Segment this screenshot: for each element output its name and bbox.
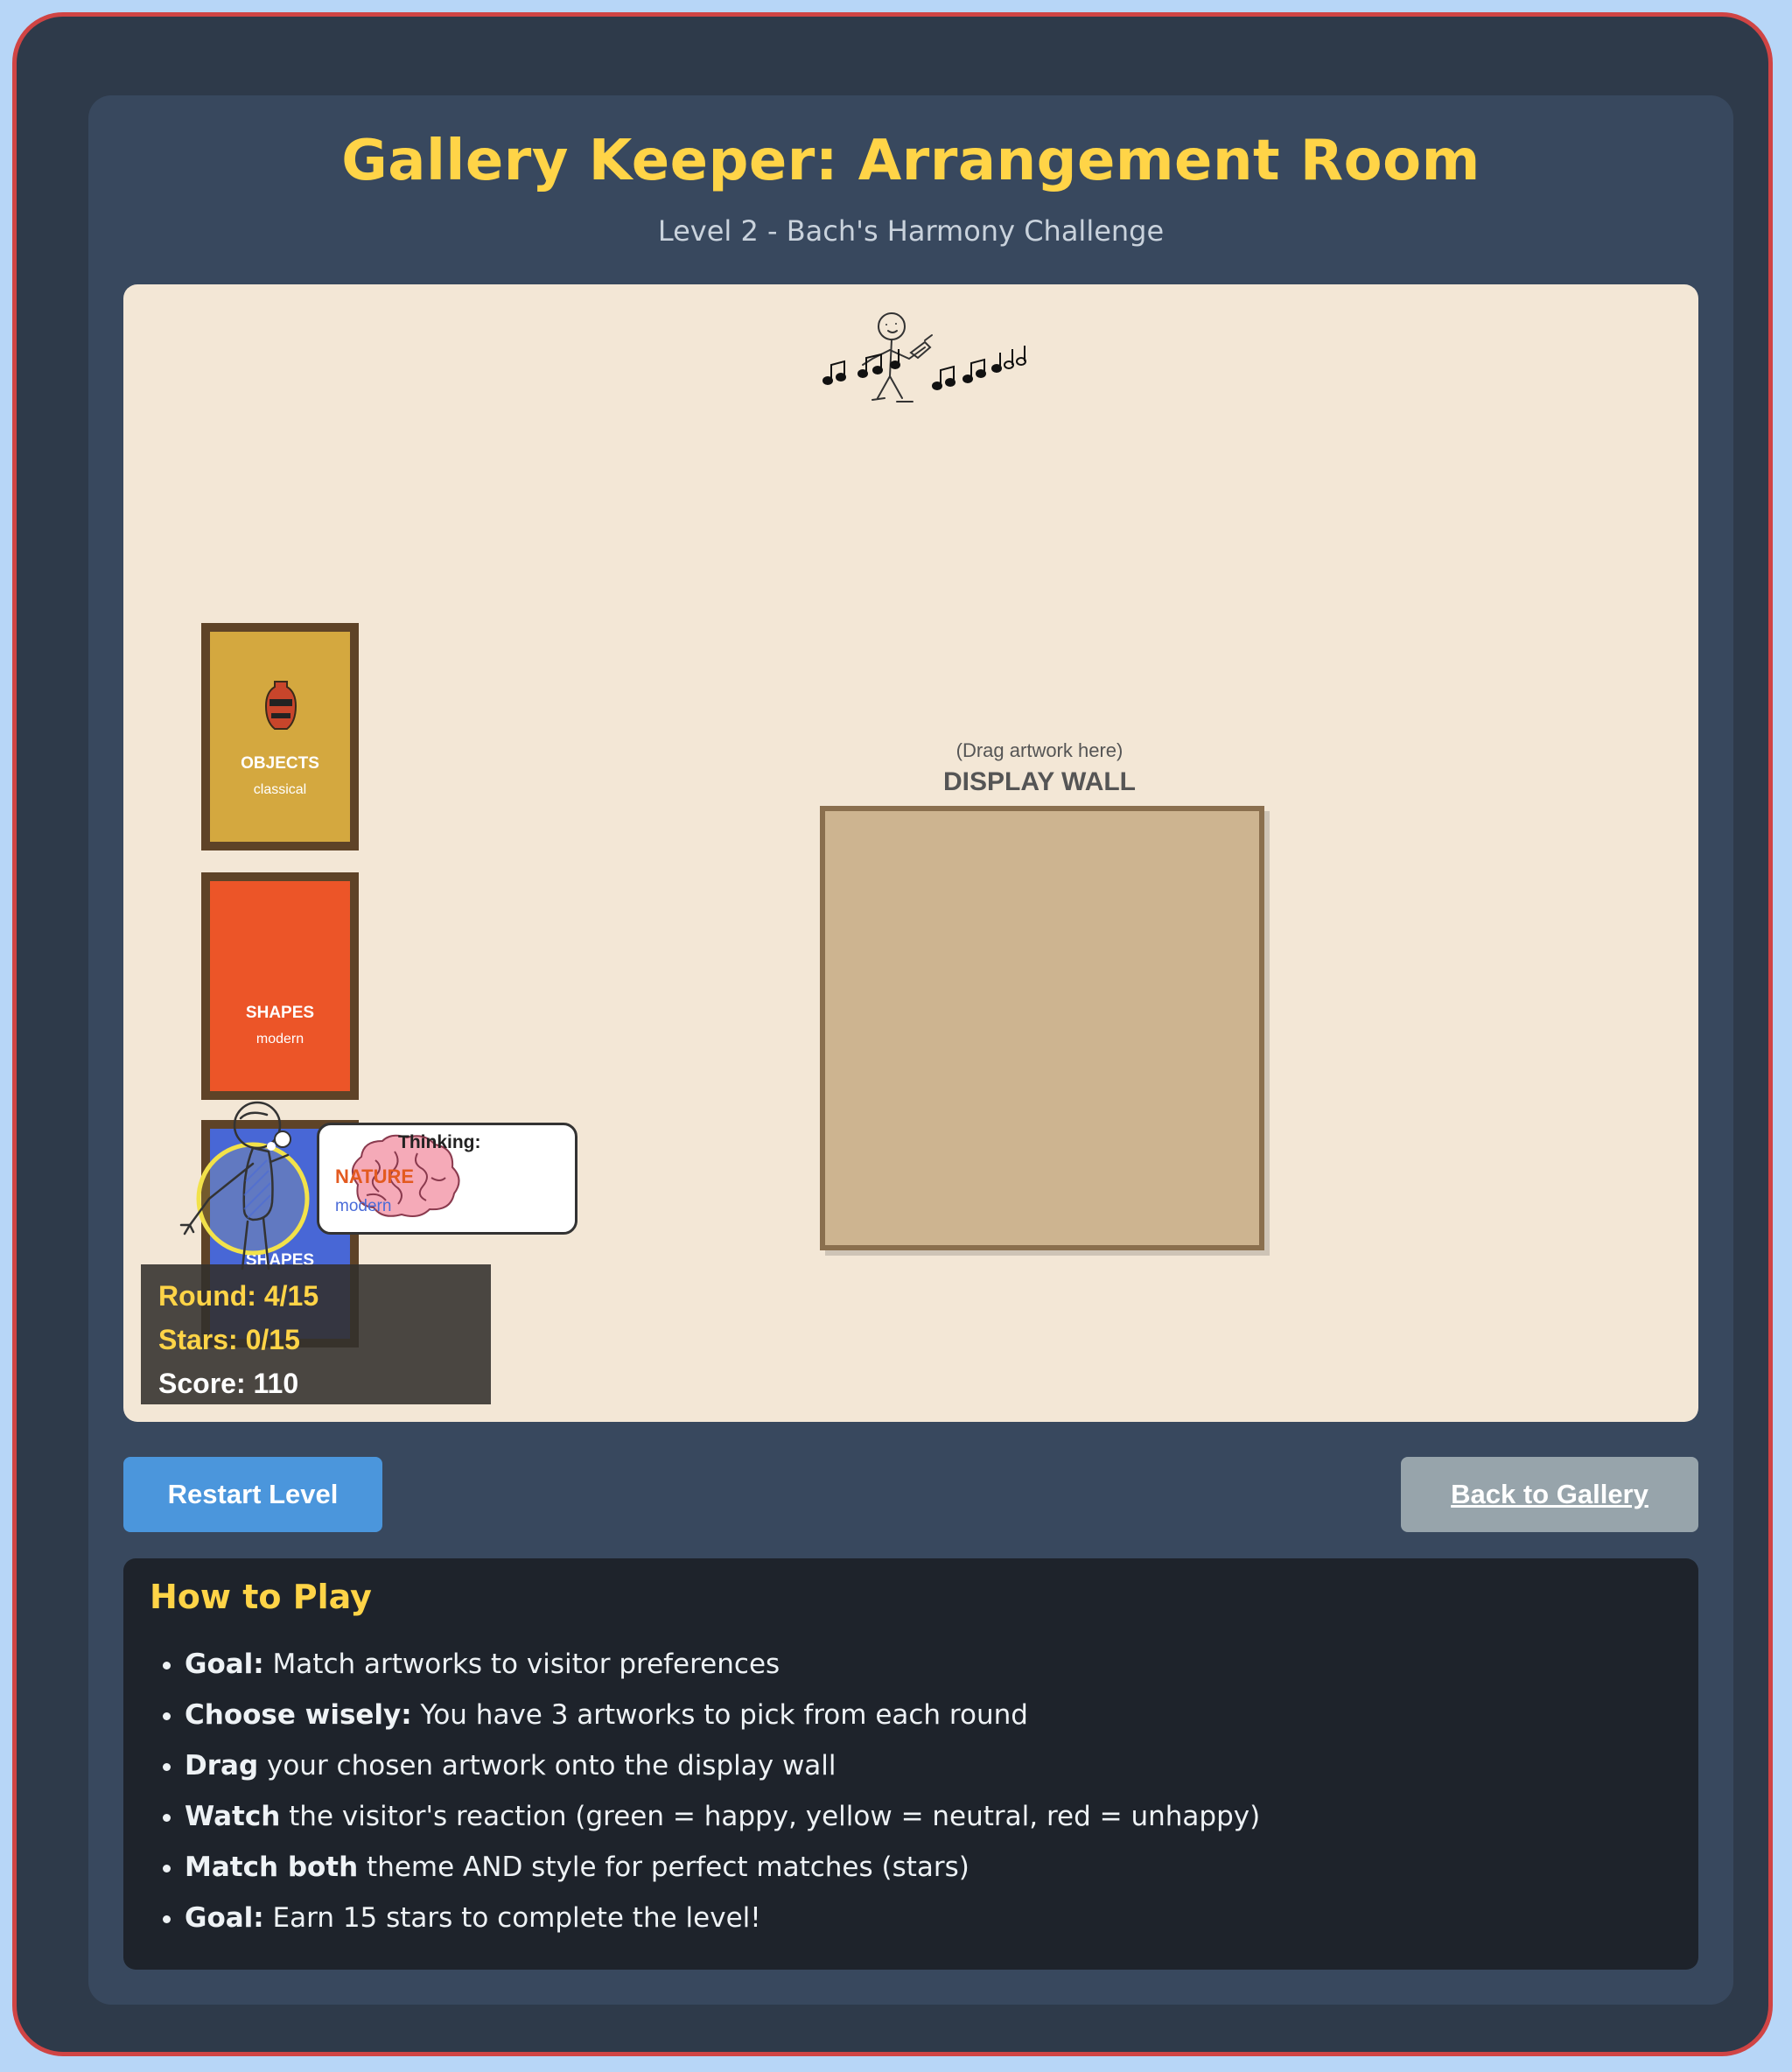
wall-title: DISPLAY WALL xyxy=(942,767,1137,796)
instruction-text: the visitor's reaction (green = happy, y… xyxy=(280,1801,1261,1832)
instruction-keyword: Match both xyxy=(185,1852,359,1883)
artwork-style-label: classical xyxy=(253,782,307,797)
visitor-thought-bubble: Thinking: NATURE modern xyxy=(317,1123,578,1235)
artwork-card-shapes-modern[interactable]: SHAPES modern xyxy=(201,872,359,1100)
instruction-item: Drag your chosen artwork onto the displa… xyxy=(185,1740,1260,1791)
page-title: Gallery Keeper: Arrangement Room xyxy=(341,129,1480,193)
instruction-keyword: Goal: xyxy=(185,1648,264,1680)
wall-drag-hint: (Drag artwork here) xyxy=(956,739,1124,761)
artwork-card-objects[interactable]: OBJECTS classical xyxy=(201,623,359,850)
instruction-text: theme AND style for perfect matches (sta… xyxy=(358,1852,970,1883)
stars-counter: Stars: 0/15 xyxy=(158,1324,300,1355)
artwork-theme-label: OBJECTS xyxy=(241,754,319,773)
game-panel: Gallery Keeper: Arrangement Room Level 2… xyxy=(88,95,1733,2005)
how-to-play-panel: How to Play Goal: Match artworks to visi… xyxy=(123,1558,1698,1970)
instructions-list: Goal: Match artworks to visitor preferen… xyxy=(150,1639,1260,1943)
instruction-item: Match both theme AND style for perfect m… xyxy=(185,1842,1260,1893)
preferred-theme-text: NATURE xyxy=(335,1166,415,1187)
back-to-gallery-button[interactable]: Back to Gallery xyxy=(1401,1457,1698,1532)
instruction-item: Choose wisely: You have 3 artworks to pi… xyxy=(185,1690,1260,1740)
vase-icon xyxy=(264,681,298,730)
level-subtitle: Level 2 - Bach's Harmony Challenge xyxy=(657,214,1165,248)
instruction-text: You have 3 artworks to pick from each ro… xyxy=(411,1699,1028,1731)
thinking-label: Thinking: xyxy=(398,1132,481,1152)
restart-level-button[interactable]: Restart Level xyxy=(123,1457,382,1532)
app-frame: Gallery Keeper: Arrangement Room Level 2… xyxy=(12,12,1773,2056)
instruction-text: Earn 15 stars to complete the level! xyxy=(263,1902,761,1934)
instruction-text: Match artworks to visitor preferences xyxy=(263,1648,780,1680)
preferred-style-text: modern xyxy=(335,1197,392,1215)
artwork-theme-label: SHAPES xyxy=(245,1004,315,1022)
instruction-keyword: Drag xyxy=(185,1750,259,1782)
instruction-text: your chosen artwork onto the display wal… xyxy=(258,1750,836,1782)
artwork-style-label: modern xyxy=(256,1032,304,1046)
bach-musician-icon xyxy=(822,312,1026,402)
instruction-item: Goal: Match artworks to visitor preferen… xyxy=(185,1639,1260,1690)
score-counter: Score: 110 xyxy=(158,1368,299,1399)
instruction-keyword: Choose wisely: xyxy=(185,1699,412,1731)
game-stage: OBJECTS classical SHAPES modern SHAPES T… xyxy=(123,284,1698,1422)
instruction-item: Watch the visitor's reaction (green = ha… xyxy=(185,1791,1260,1842)
how-to-play-title: How to Play xyxy=(150,1578,372,1616)
instruction-keyword: Goal: xyxy=(185,1902,264,1934)
round-counter: Round: 4/15 xyxy=(158,1280,319,1312)
instruction-keyword: Watch xyxy=(185,1801,281,1832)
stats-panel: Round: 4/15 Stars: 0/15 Score: 110 xyxy=(141,1264,491,1404)
display-wall-dropzone[interactable] xyxy=(820,806,1264,1250)
instruction-item: Goal: Earn 15 stars to complete the leve… xyxy=(185,1893,1260,1943)
